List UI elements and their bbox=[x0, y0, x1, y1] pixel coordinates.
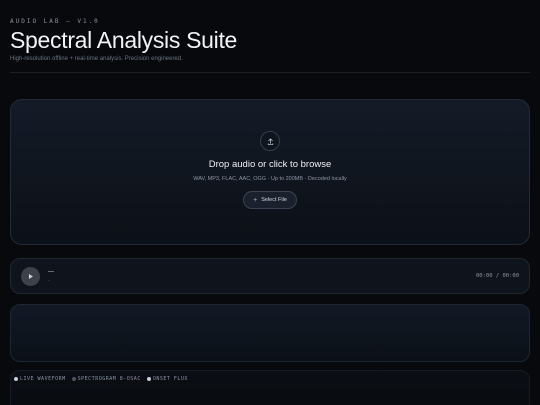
play-button[interactable] bbox=[21, 266, 40, 286]
track-meta: - bbox=[48, 277, 50, 284]
mode-label: ONSET FLUX bbox=[152, 376, 188, 382]
track-name: — bbox=[48, 268, 54, 275]
select-file-button[interactable]: + Select File bbox=[243, 191, 297, 209]
status-dot-icon bbox=[71, 377, 76, 381]
audio-player: — - 00:00 / 00:00 bbox=[10, 258, 530, 294]
mode-live-waveform[interactable]: LIVE WAVEFORM bbox=[14, 376, 66, 382]
time-readout: 00:00 / 00:00 bbox=[475, 273, 519, 279]
waveform-panel[interactable] bbox=[10, 304, 530, 362]
audio-dropzone[interactable]: Drop audio or click to browse WAV, MP3, … bbox=[10, 99, 530, 245]
status-dot-icon bbox=[146, 377, 151, 381]
dropzone-formats: WAV, MP3, FLAC, AAC, OGG · Up to 200MB ·… bbox=[193, 176, 347, 182]
upload-icon bbox=[260, 131, 280, 151]
dropzone-title: Drop audio or click to browse bbox=[208, 159, 332, 170]
mode-label: LIVE WAVEFORM bbox=[20, 376, 66, 382]
mode-label: SPECTROGRAM 8-OSAC bbox=[77, 376, 141, 382]
mode-spectrogram[interactable]: SPECTROGRAM 8-OSAC bbox=[71, 376, 141, 382]
view-mode-toggles: LIVE WAVEFORM SPECTROGRAM 8-OSAC ONSET F… bbox=[14, 376, 188, 382]
app-kicker: AUDIO LAB — V1.0 bbox=[10, 18, 100, 25]
page-header: AUDIO LAB — V1.0 Spectral Analysis Suite… bbox=[10, 18, 530, 62]
plus-icon: + bbox=[253, 196, 258, 204]
page-title: Spectral Analysis Suite bbox=[10, 27, 238, 53]
status-dot-icon bbox=[14, 377, 18, 381]
header-divider bbox=[10, 72, 530, 73]
page-tagline: High-resolution offline + real-time anal… bbox=[10, 56, 183, 62]
select-file-label: Select File bbox=[261, 197, 287, 203]
track-info: — - bbox=[48, 269, 54, 284]
play-icon bbox=[28, 273, 33, 279]
mode-onset-flux[interactable]: ONSET FLUX bbox=[146, 376, 188, 382]
